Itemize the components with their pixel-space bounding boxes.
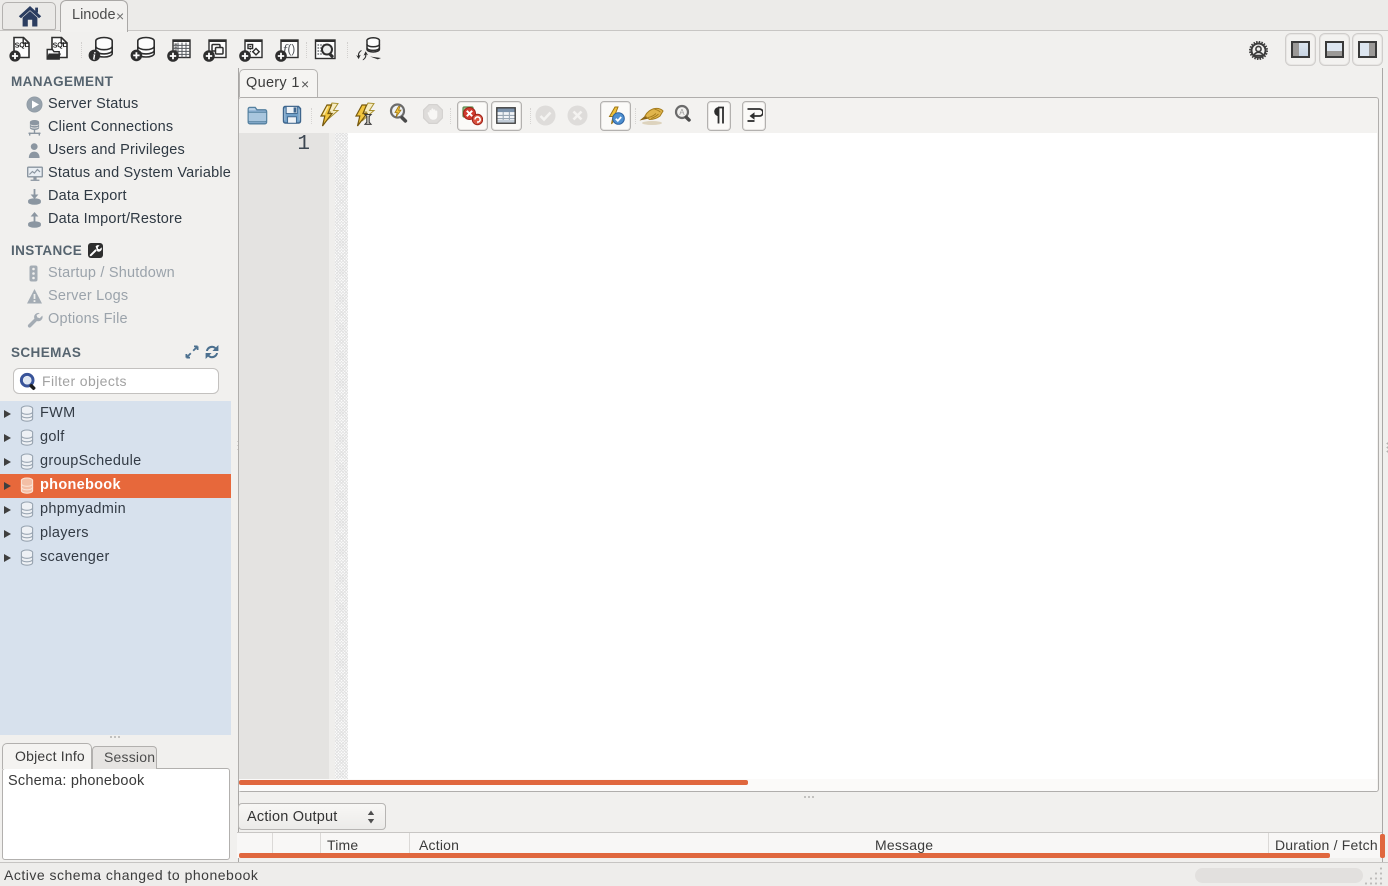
svg-text:SQL: SQL xyxy=(52,40,67,50)
svg-text:(): () xyxy=(288,44,296,56)
svg-text:SQL: SQL xyxy=(14,40,29,50)
svg-text:A: A xyxy=(679,108,685,117)
svg-text:i: i xyxy=(93,51,96,62)
